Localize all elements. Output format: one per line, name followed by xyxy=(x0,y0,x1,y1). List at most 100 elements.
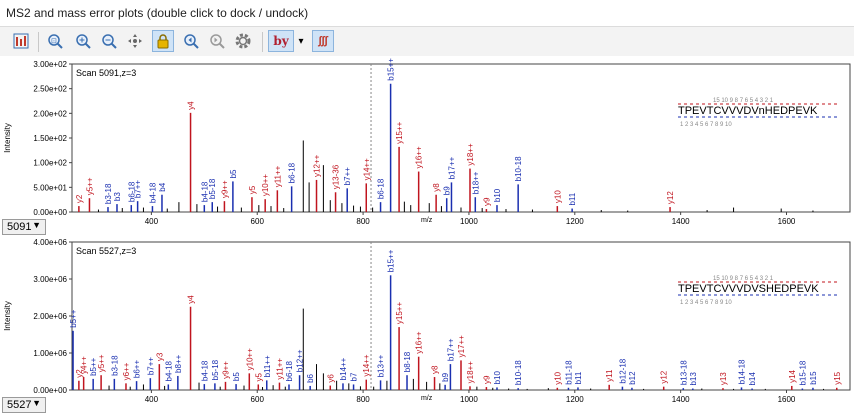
peak-label: y12 xyxy=(666,191,675,204)
peak-label: y14++ xyxy=(362,354,371,377)
peak-label: b4 xyxy=(158,182,167,191)
peak-label: y9++ xyxy=(221,361,230,379)
zoom-fit-button[interactable]: ⊡ xyxy=(44,30,66,52)
zoom-in-button[interactable] xyxy=(72,30,94,52)
x-tick-label: 1600 xyxy=(778,395,796,404)
peak-label: b11-18 xyxy=(564,360,573,385)
peak-label: b10-18 xyxy=(514,360,523,385)
scan-number-1: 5091 xyxy=(7,221,32,233)
peak-label: b9 xyxy=(441,372,450,381)
plot-frame xyxy=(71,63,851,213)
x-tick-label: 1400 xyxy=(672,395,690,404)
window-title-bar[interactable]: MS2 and mass error plots (double click t… xyxy=(0,0,854,26)
scan-selector-1[interactable]: 5091 ▼ xyxy=(2,219,46,235)
peak-label: y12++ xyxy=(313,154,322,177)
x-tick-label: 1600 xyxy=(778,217,796,226)
settings-button[interactable] xyxy=(232,30,254,52)
peak-label: b7++ xyxy=(134,180,143,199)
peak-label: y16++ xyxy=(415,331,424,354)
peak-label: b7 xyxy=(350,372,359,381)
x-tick-label: 1400 xyxy=(672,217,690,226)
zoom-in-icon xyxy=(76,34,91,49)
x-axis-label: m/z xyxy=(421,395,433,402)
peak-label: y14++ xyxy=(362,158,371,181)
peak-label: b13 xyxy=(689,372,698,386)
scan-label: Scan 5527,z=3 xyxy=(76,246,136,256)
peak-label: b6++ xyxy=(133,360,142,379)
peak-label: b15-18 xyxy=(798,360,807,385)
peak-label: y13 xyxy=(719,372,728,385)
peak-label: y9 xyxy=(482,375,491,384)
peak-label: y16++ xyxy=(415,146,424,169)
peak-label: y13-36 xyxy=(332,164,341,189)
peak-label: b7++ xyxy=(343,167,352,186)
ion-types-button[interactable]: by xyxy=(268,30,294,52)
peak-label: y8 xyxy=(431,365,440,374)
peak-label: b9 xyxy=(443,186,452,195)
peak-label: y9 xyxy=(482,197,491,206)
peak-label: y12 xyxy=(660,370,669,383)
y-tick-label: 4.00e+06 xyxy=(33,238,67,247)
x-tick-label: 800 xyxy=(356,395,370,404)
scan-selector-2[interactable]: 5527 ▼ xyxy=(2,397,46,413)
x-tick-label: 400 xyxy=(145,217,159,226)
y-axis-label: Intensity xyxy=(3,123,12,153)
zoom-out-icon xyxy=(102,34,117,49)
peak-label: y4 xyxy=(187,295,196,304)
peak-label: y2 xyxy=(75,194,84,203)
window-title: MS2 and mass error plots (double click t… xyxy=(6,6,309,20)
peak-label: b17++ xyxy=(447,156,456,179)
peak-label: b6-18 xyxy=(285,360,294,381)
peak-label: y8 xyxy=(432,183,441,192)
peak-label: b4-18 xyxy=(200,360,209,381)
x-tick-label: 600 xyxy=(251,217,265,226)
peak-label: y11++ xyxy=(273,165,282,187)
isotope-icon: ∫∫∫ xyxy=(318,35,328,47)
peak-label: b17++ xyxy=(446,338,455,361)
pan-button[interactable] xyxy=(124,30,146,52)
peak-label: y10 xyxy=(553,371,562,384)
b-ion-numbers: 1 2 3 4 5 6 7 8 9 10 xyxy=(680,122,732,128)
peak-label: b15 xyxy=(809,371,818,385)
peak-label: y18++ xyxy=(466,361,475,384)
peak-label: b5-18 xyxy=(208,178,217,199)
x-tick-label: 400 xyxy=(145,395,159,404)
peak-label: y17++ xyxy=(457,335,466,358)
b-ion-numbers: 1 2 3 4 5 6 7 8 9 10 xyxy=(680,300,732,306)
peak-label: b6-18 xyxy=(288,162,297,183)
peak-label: y5++ xyxy=(85,177,94,195)
peak-label: b8-18 xyxy=(403,351,412,372)
lock-icon xyxy=(157,34,169,49)
peak-label: b3-18 xyxy=(104,183,113,204)
peak-label: y5 xyxy=(248,185,257,194)
previous-button[interactable] xyxy=(180,30,202,52)
y-tick-label: 2.00e+06 xyxy=(33,312,67,321)
spectrum-list-button[interactable] xyxy=(10,30,32,52)
ion-types-dropdown[interactable]: ▾ xyxy=(294,30,308,52)
next-button[interactable] xyxy=(206,30,228,52)
y-tick-label: 2.00e+02 xyxy=(33,109,67,118)
peak-label: y10 xyxy=(553,190,562,203)
dropdown-arrow-icon: ▾ xyxy=(298,35,304,47)
x-tick-label: 1200 xyxy=(566,395,584,404)
y-ion-numbers: 15 10 9 8 7 6 5 4 3 2 1 xyxy=(713,98,774,104)
zoom-out-button[interactable] xyxy=(98,30,120,52)
peak-label: y6++ xyxy=(122,362,131,380)
spectrum-panel-2: Intensity 0.00e+00 1.00e+06 2.00e+06 3.00e+0… xyxy=(0,236,854,415)
toolbar: ⊡ by ▾ ∫∫∫ xyxy=(0,26,854,58)
x-tick-label: 1000 xyxy=(460,395,478,404)
isotope-button[interactable]: ∫∫∫ xyxy=(312,30,334,52)
spectrum-list-icon xyxy=(13,33,29,49)
peak-label: b3 xyxy=(113,192,122,201)
peak-label: y11++ xyxy=(275,358,284,380)
settings-icon xyxy=(235,33,251,49)
peak-label: b14++ xyxy=(339,357,348,380)
x-tick-label: 1000 xyxy=(460,217,478,226)
y-tick-label: 1.50e+02 xyxy=(33,134,67,143)
spectrum-plot-2[interactable]: Intensity 0.00e+00 1.00e+06 2.00e+06 3.00e+0… xyxy=(0,236,854,415)
spectrum-plot-1[interactable]: Intensity 0.00e+00 5.00e+01 1.00e+02 1.50e+0… xyxy=(0,56,854,236)
y-tick-label: 3.00e+02 xyxy=(33,60,67,69)
peak-label: y10++ xyxy=(245,348,254,371)
lock-button[interactable] xyxy=(152,30,174,52)
peak-label: y15++ xyxy=(395,302,404,325)
